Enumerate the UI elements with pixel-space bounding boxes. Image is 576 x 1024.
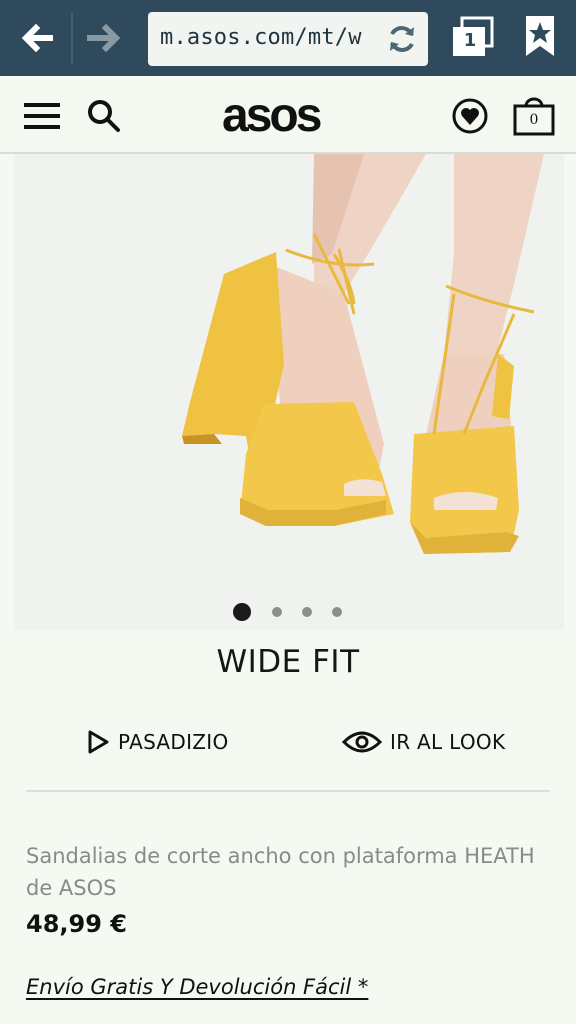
search-button[interactable]: [86, 98, 122, 134]
eye-icon: [342, 731, 382, 753]
tabs-button[interactable]: 1: [448, 14, 496, 60]
back-button[interactable]: [6, 10, 66, 66]
carousel-dot[interactable]: [332, 607, 342, 617]
product-photo: [14, 154, 564, 630]
toolbar-divider: [71, 12, 73, 64]
url-text[interactable]: m.asos.com/mt/w: [160, 25, 362, 50]
carousel-dot[interactable]: [272, 607, 282, 617]
play-icon: [88, 730, 109, 754]
arrow-left-icon: [21, 23, 53, 53]
carousel-dot[interactable]: [302, 607, 312, 617]
hamburger-menu-icon: [24, 103, 60, 129]
carousel-dot-active[interactable]: [233, 603, 251, 621]
view-look-label: IR AL LOOK: [390, 730, 506, 754]
bookmark-button[interactable]: [520, 12, 560, 62]
bookmark-star-icon: [526, 16, 554, 56]
site-header: asos 0: [0, 76, 576, 154]
bag-button[interactable]: 0: [512, 94, 556, 138]
forward-button[interactable]: [76, 10, 136, 66]
reload-icon: [390, 26, 414, 52]
product-actions: PASADIZIO IR AL LOOK: [0, 722, 576, 762]
address-bar[interactable]: m.asos.com/mt/w: [148, 12, 428, 66]
reload-button[interactable]: [384, 21, 420, 57]
asos-logo[interactable]: asos: [222, 90, 354, 142]
scroll-catwalk-button[interactable]: PASADIZIO: [86, 722, 229, 762]
fit-label: WIDE FIT: [216, 644, 360, 680]
arrow-right-icon: [87, 23, 121, 53]
view-look-button[interactable]: IR AL LOOK: [342, 722, 505, 762]
scroll-catwalk-label: PASADIZIO: [118, 730, 229, 754]
menu-button[interactable]: [24, 100, 62, 132]
section-divider: [26, 790, 550, 792]
heart-icon: [452, 98, 488, 134]
bag-count: 0: [529, 112, 539, 128]
product-price: 48,99 €: [26, 910, 127, 938]
search-icon: [88, 100, 120, 132]
product-name: Sandalias de corte ancho con plataforma …: [26, 844, 535, 900]
free-shipping-link[interactable]: Envío Gratis Y Devolución Fácil *: [26, 975, 368, 999]
wishlist-button[interactable]: [450, 96, 490, 136]
browser-toolbar: m.asos.com/mt/w 1: [0, 0, 576, 76]
image-carousel-indicator[interactable]: [232, 602, 344, 622]
tab-count: 1: [463, 30, 477, 51]
product-image[interactable]: [14, 154, 564, 630]
